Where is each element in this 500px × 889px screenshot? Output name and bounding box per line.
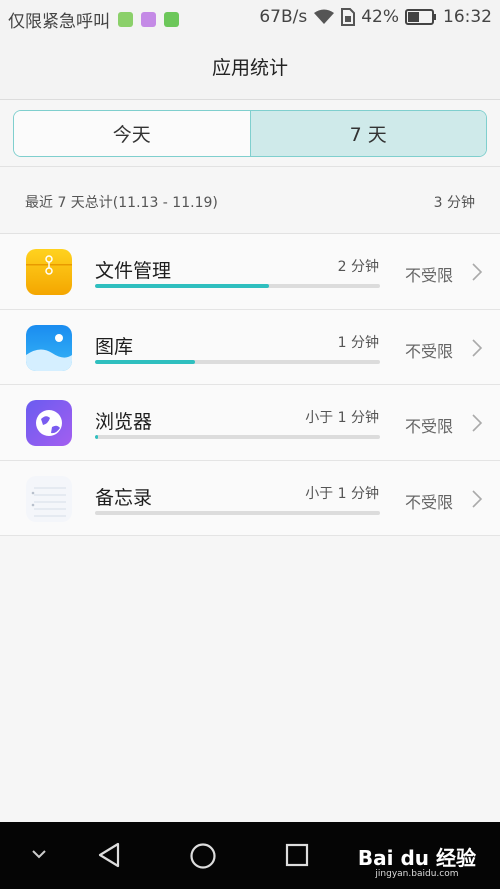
app-limit-status: 不受限 [405,492,454,512]
list-item-gallery[interactable]: 图库 1 分钟 不受限 [0,309,500,385]
carrier-text: 仅限紧急呼叫 [8,12,110,32]
summary-total: 3 分钟 [433,195,475,211]
chevron-right-icon [472,263,483,281]
tab-7-days[interactable]: 7 天 [249,111,486,156]
notification-image-icon [141,12,156,27]
battery-percent: 42% [361,7,399,27]
usage-bar-track [95,510,380,515]
sim-icon [341,8,356,26]
app-limit-status: 不受限 [405,266,454,285]
net-speed: 67B/s [259,7,308,27]
app-limit-status: 不受限 [405,417,454,436]
usage-bar-fill [95,359,195,364]
home-icon[interactable] [189,842,217,870]
app-usage-time: 小于 1 分钟 [305,485,379,502]
list-item-file-manager[interactable]: 文件管理 2 分钟 不受限 [0,234,500,310]
period-tabs: 今天 7 天 [13,110,487,157]
battery-icon [405,9,436,25]
gallery-icon [26,324,72,371]
app-usage-time: 小于 1 分钟 [305,410,379,426]
app-usage-time: 2 分钟 [337,259,379,275]
usage-bar-fill [95,435,98,439]
collapse-nav-icon[interactable] [30,848,48,860]
wifi-icon [314,9,335,24]
watermark: Bai du 经验 jingyan.baidu.com [358,842,476,879]
status-time: 16:32 [443,7,492,27]
period-tabs-container: 今天 7 天 [0,100,500,167]
recent-apps-icon[interactable] [285,843,309,867]
file-manager-icon [26,249,72,295]
usage-bar-fill [95,284,269,288]
usage-bar-track [95,284,380,288]
app-limit-status: 不受限 [405,341,454,361]
notepad-icon [26,475,72,522]
browser-icon [26,400,72,446]
summary-label: 最近 7 天总计(11.13 - 11.19) [25,195,218,211]
chevron-right-icon [472,414,483,432]
status-bar: 仅限紧急呼叫 67B/s 42% 16:32 [0,0,500,34]
app-name: 图库 [95,335,134,358]
list-item-notepad[interactable]: 备忘录 小于 1 分钟 不受限 [0,460,500,536]
status-right: 67B/s 42% 16:32 [253,7,492,27]
app-name: 浏览器 [95,411,153,433]
chevron-right-icon [472,338,483,357]
app-usage-time: 1 分钟 [337,334,379,351]
usage-bar-track [95,435,380,439]
tab-today[interactable]: 今天 [14,111,250,156]
summary-row: 最近 7 天总计(11.13 - 11.19) 3 分钟 [0,167,500,234]
app-usage-list: 文件管理 2 分钟 不受限 图库 1 分钟 不受限 浏览器 小于 1 分钟 不受… [0,234,500,536]
app-name: 备忘录 [95,486,153,509]
watermark-text: Bai du 经验 [357,846,476,870]
status-left: 仅限紧急呼叫 [8,7,179,32]
title-bar: 应用统计 [0,34,500,100]
chevron-right-icon [472,489,483,508]
usage-bar-track [95,359,380,364]
notification-chat-icon [164,12,179,27]
notification-app-icon [118,12,133,27]
back-icon[interactable] [96,841,122,869]
list-item-browser[interactable]: 浏览器 小于 1 分钟 不受限 [0,385,500,461]
page-title: 应用统计 [211,57,288,79]
navigation-bar: Bai du 经验 jingyan.baidu.com [0,822,500,889]
app-name: 文件管理 [95,260,172,282]
watermark-subtext: jingyan.baidu.com [375,869,459,879]
